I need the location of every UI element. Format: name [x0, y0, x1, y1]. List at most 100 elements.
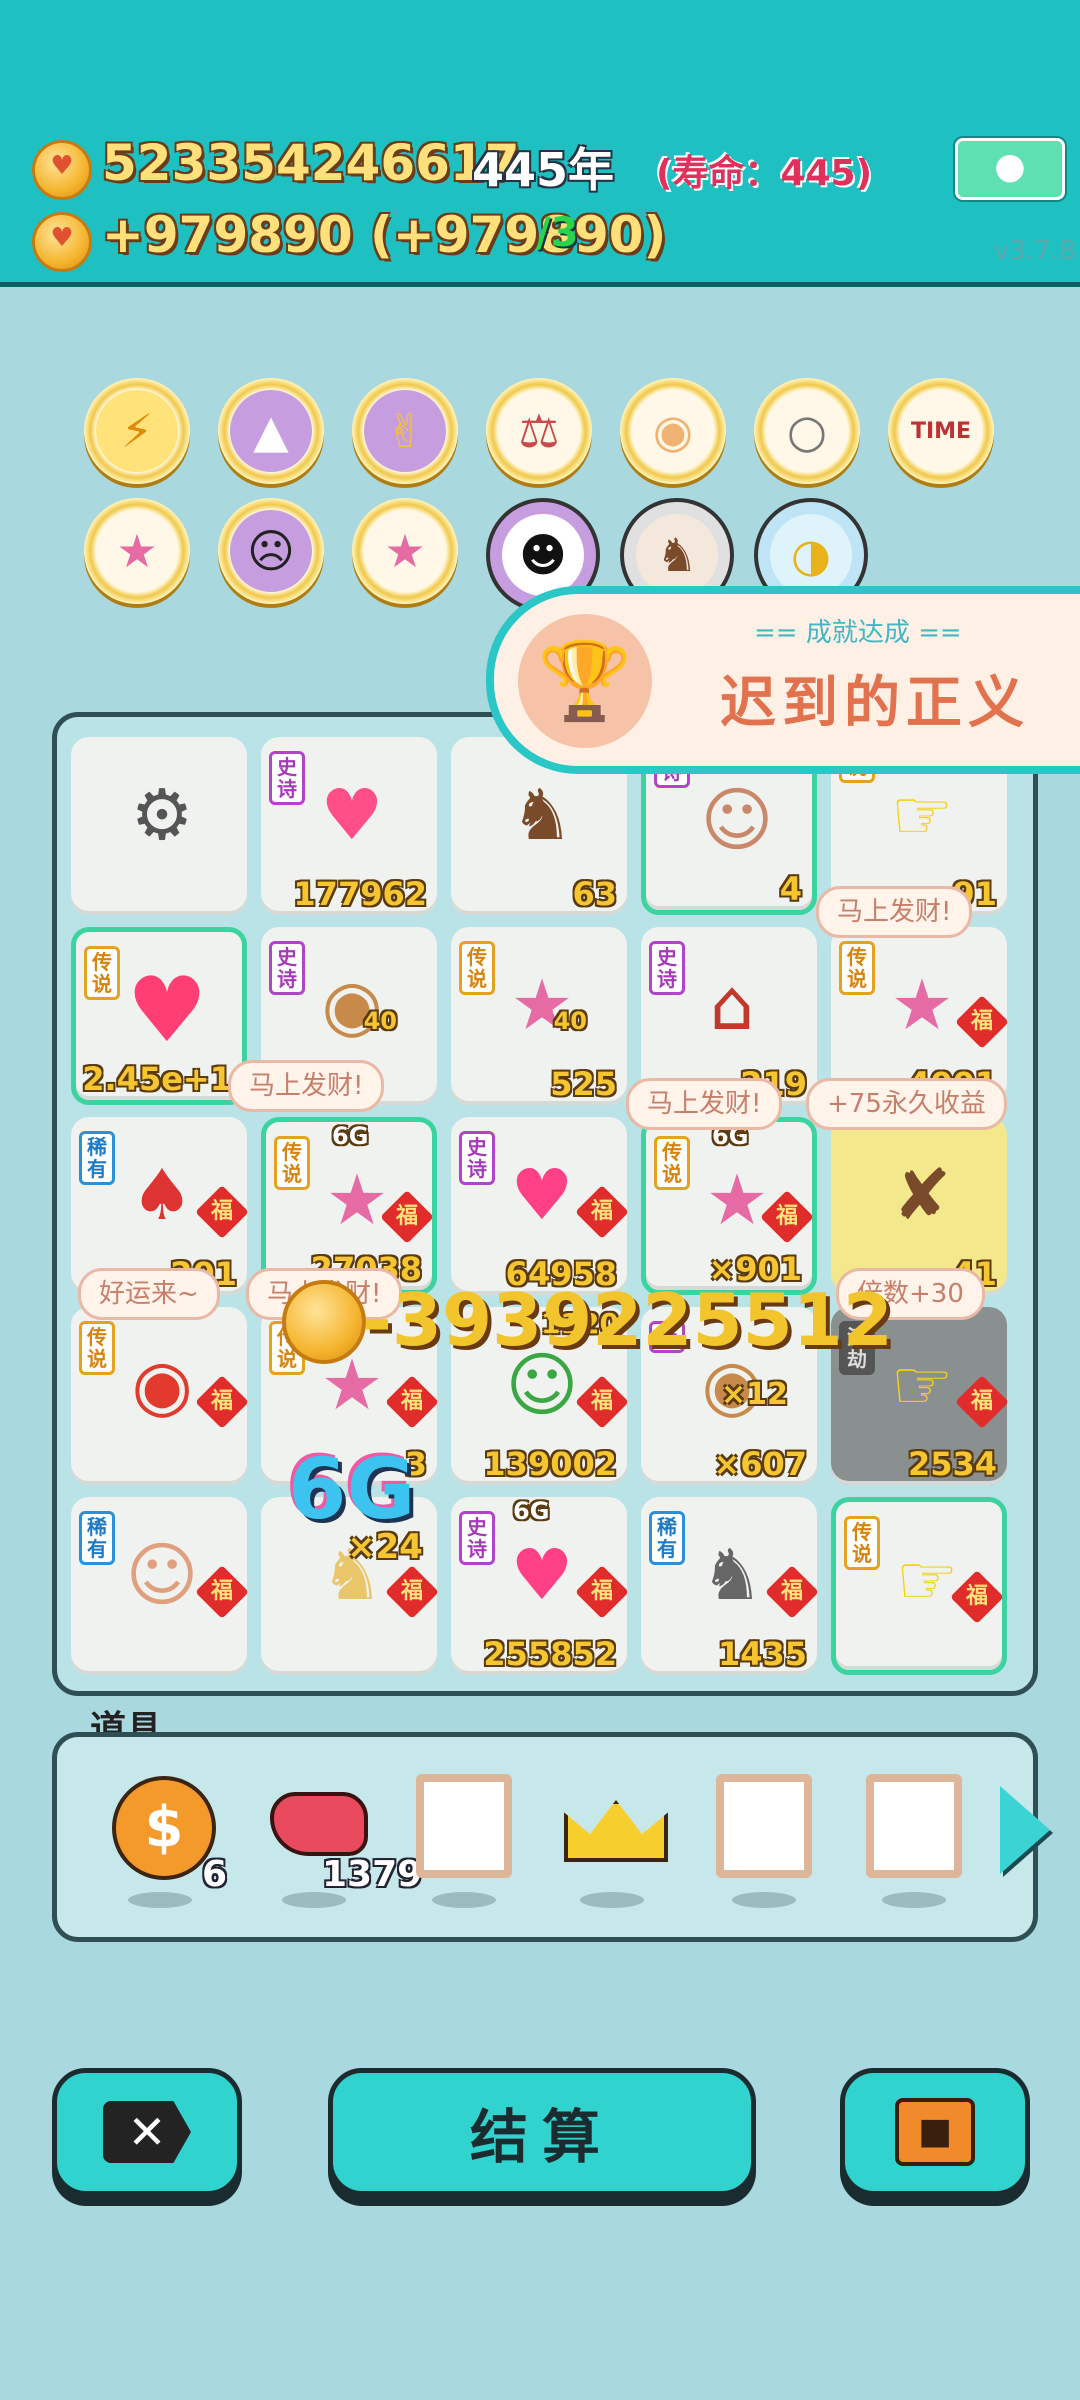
skirt-icon[interactable]: ▲ — [218, 378, 324, 484]
top-bar: 523354246617 445年 (寿命：445) ● +979890 (+9… — [0, 0, 1080, 287]
cell-value: 1435 — [717, 1635, 807, 1673]
coin-icon — [282, 1280, 366, 1364]
version-label: v3.7.8 — [994, 236, 1076, 266]
fortune-icon: 福 — [765, 1565, 819, 1619]
lightning-icon[interactable]: ⚡ — [84, 378, 190, 484]
income-rate: +979890 (+979890) — [102, 206, 667, 264]
fortune-icon: 福 — [955, 995, 1009, 1049]
rarity-tag: 传说 — [654, 1136, 690, 1190]
rarity-tag: 稀有 — [649, 1511, 685, 1565]
cell-value: 2534 — [907, 1445, 997, 1483]
board-cell[interactable]: 史诗 ♥ 福 64958 — [451, 1117, 629, 1295]
rock-hand-icon[interactable]: ✌ — [352, 378, 458, 484]
time-poster-icon[interactable]: TIME — [888, 378, 994, 484]
husky-icon[interactable]: ○ — [754, 378, 860, 484]
tool-shadow — [732, 1892, 796, 1908]
bald-man-icon: ☺ — [125, 1534, 199, 1616]
fortune-icon: 福 — [385, 1565, 439, 1619]
board-cell[interactable]: 传说 6G ★ 福 ×901 — [641, 1117, 817, 1295]
empty-slot[interactable] — [416, 1774, 512, 1878]
board-cell[interactable]: 传说 ☞ 福 — [831, 1497, 1007, 1675]
board-cell[interactable]: ⚙ — [71, 737, 247, 915]
rarity-tag: 传说 — [839, 941, 875, 995]
speech-bubble: 好运来~ — [78, 1268, 220, 1320]
rabbit-house-icon: ⌂ — [709, 964, 755, 1046]
speech-bubble: +75永久收益 — [806, 1078, 1007, 1130]
board-cell[interactable]: 史诗 6G ♥ 福 255852 — [451, 1497, 629, 1675]
shell-icon[interactable]: ◉ — [620, 378, 726, 484]
cell-extra: 40 — [363, 1007, 397, 1035]
settle-label: 结算 — [469, 2103, 614, 2171]
cell-value: 255852 — [483, 1635, 617, 1673]
math-head-icon[interactable]: ☹ — [218, 498, 324, 604]
rarity-tag: 传说 — [84, 946, 120, 1000]
tool-shadow — [282, 1892, 346, 1908]
thief-icon: ⚙ — [130, 774, 194, 856]
briefcase-icon: ■ — [895, 2098, 975, 2166]
settle-button[interactable]: 结算 — [328, 2068, 756, 2196]
cell-extra: 40 — [553, 1007, 587, 1035]
fortune-icon: 福 — [760, 1190, 814, 1244]
empty-slot[interactable] — [716, 1774, 812, 1878]
gopher-icon: ◉ — [321, 964, 383, 1046]
coin-icon — [32, 212, 92, 272]
trophy-icon: 🏆 — [518, 614, 652, 748]
rarity-tag: 稀有 — [79, 1131, 115, 1185]
husky-icon: ♞ — [700, 1534, 764, 1616]
balance-icon[interactable]: ⚖ — [486, 378, 592, 484]
fortune-icon: 福 — [195, 1565, 249, 1619]
speech-bubble: 马上发财! — [626, 1078, 783, 1130]
board-cell[interactable]: 传说 ◉ 福 — [71, 1307, 249, 1485]
tool-count: 1379 — [322, 1854, 423, 1895]
heart-crown-icon: ♥ — [126, 957, 208, 1063]
crown-icon[interactable] — [564, 1800, 668, 1904]
rabbit-icon: ♠ — [130, 1154, 194, 1236]
board-cell[interactable]: 稀有 ♞ 福 1435 — [641, 1497, 819, 1675]
cell-extra: 6G — [513, 1497, 550, 1525]
close-icon: ✕ — [103, 2101, 191, 2163]
bag-button[interactable]: ■ — [840, 2068, 1030, 2196]
speech-bubble: 马上发财! — [228, 1060, 385, 1112]
rarity-tag: 史诗 — [269, 941, 305, 995]
next-arrow-icon[interactable] — [1000, 1786, 1050, 1874]
fortune-icon: 福 — [575, 1565, 629, 1619]
empty-slot[interactable] — [866, 1774, 962, 1878]
board-cell[interactable]: 稀有 ☺ 福 — [71, 1497, 249, 1675]
girl-heart-icon: ♥ — [320, 774, 384, 856]
unicorn-icon[interactable]: ★ — [84, 498, 190, 604]
pointing-hand-icon: ☞ — [890, 774, 954, 856]
tool-shadow — [128, 1892, 192, 1908]
coin-icon — [32, 140, 92, 200]
income-rate-suffix: /3 — [536, 210, 579, 256]
cell-extra: 6G — [332, 1122, 369, 1150]
achievement-popup: 🏆 == 成就达成 == 迟到的正义 — [486, 586, 1080, 774]
game-board: ⚙ 史诗 ♥ 177962 ♞ 63 诗 ☺ 4 说 ☞ 91 传说 ♥ 2.4… — [52, 712, 1038, 1696]
meditate-button[interactable]: ● — [955, 138, 1065, 200]
cat-icon: ✘ — [892, 1154, 952, 1236]
old-man-icon: ☺ — [700, 779, 774, 861]
lifespan-display: (寿命：445) — [656, 153, 873, 194]
six-g-effect: 6G — [288, 1440, 416, 1538]
tool-shadow — [432, 1892, 496, 1908]
achievement-subtitle: == 成就达成 == — [754, 618, 962, 648]
fortune-icon: 福 — [380, 1190, 434, 1244]
fortune-icon: 福 — [195, 1375, 249, 1429]
close-button[interactable]: ✕ — [52, 2068, 242, 2196]
unicorn-icon: ★ — [510, 964, 574, 1046]
year-display: 445年 — [472, 143, 615, 197]
cell-value: ×607 — [713, 1445, 807, 1483]
dollar-coin-icon[interactable]: $ — [112, 1776, 216, 1880]
tool-shadow — [882, 1892, 946, 1908]
meditate-icon: ● — [994, 146, 1026, 187]
board-cell[interactable]: 史诗 ♥ 177962 — [261, 737, 437, 915]
cell-value: 525 — [550, 1065, 617, 1103]
board-cell[interactable]: 传说 ★ 40 525 — [451, 927, 627, 1105]
rarity-tag: 稀有 — [79, 1511, 115, 1565]
fortune-icon: 福 — [950, 1570, 1004, 1624]
unicorn-icon[interactable]: ★ — [352, 498, 458, 604]
fortune-icon: 福 — [575, 1375, 629, 1429]
fortune-icon: 福 — [385, 1375, 439, 1429]
achievement-title: 迟到的正义 — [720, 671, 1030, 736]
board-cell[interactable]: 传说 ♥ 2.45e+1 — [71, 927, 247, 1105]
tool-shadow — [580, 1892, 644, 1908]
